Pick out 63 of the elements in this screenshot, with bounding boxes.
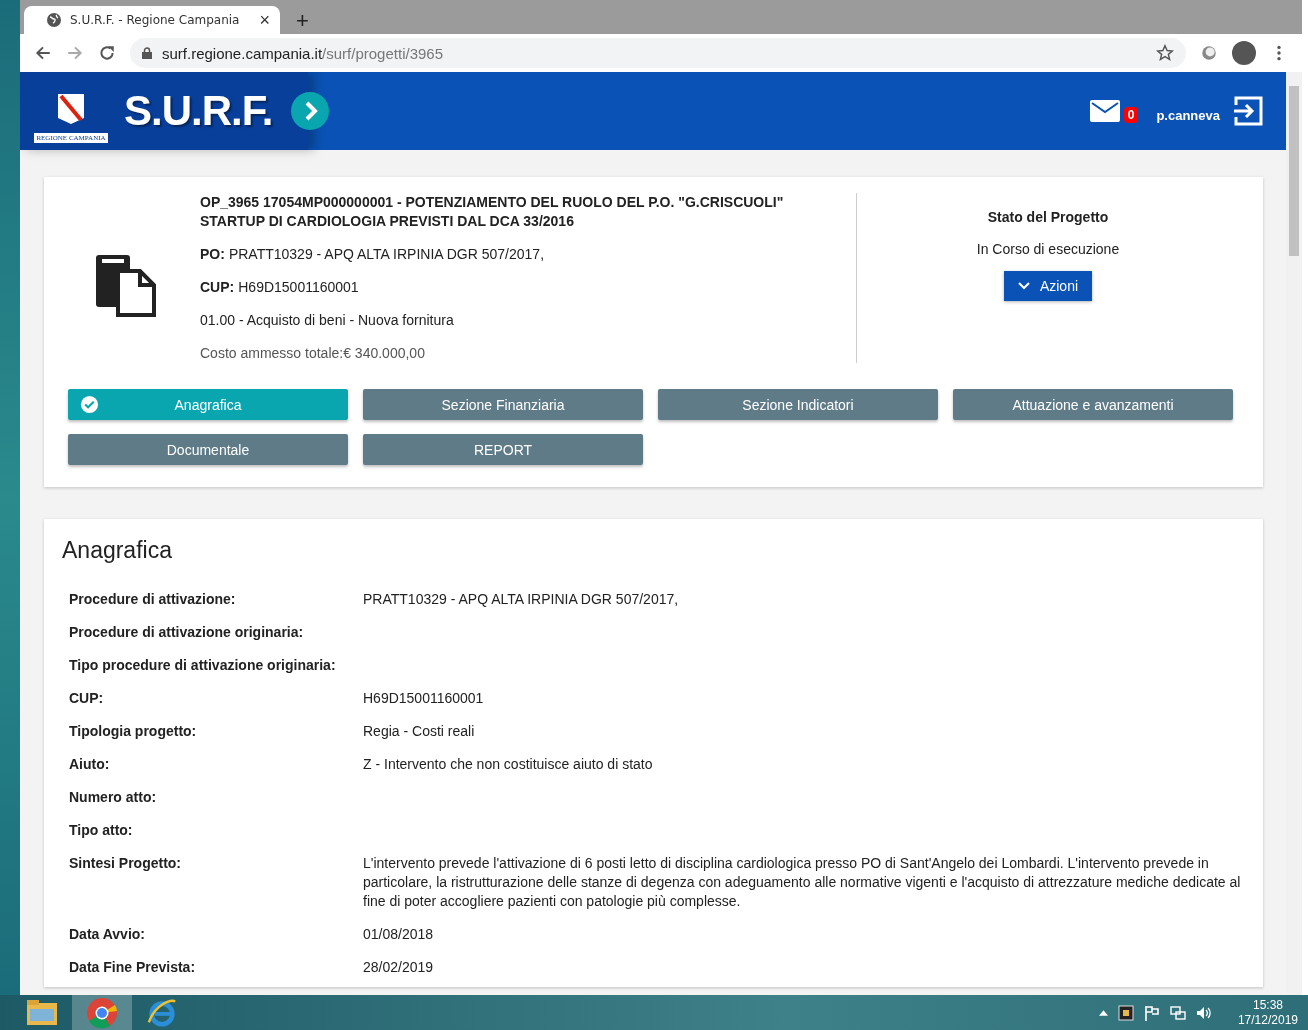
chevron-button[interactable]: [290, 91, 331, 131]
project-detail: PO: PRATT10329 - APQ ALTA IRPINIA DGR 507/2017,: [200, 245, 546, 264]
tab-title: S.U.R.F. - Regione Campania: [70, 13, 241, 27]
section-tab[interactable]: Attuazione e avanzamenti: [953, 389, 1233, 420]
field-value: Z - Intervento che non costituisce aiuto di stato: [363, 756, 653, 772]
lock-icon: [142, 47, 152, 59]
field-value: PRATT10329 - APQ ALTA IRPINIA DGR 507/2017,: [363, 591, 679, 607]
new-tab-button[interactable]: +: [296, 10, 309, 32]
field-value: Regia - Costi reali: [363, 723, 475, 739]
status-value: In Corso di esecuzione: [976, 241, 1120, 257]
field-label: CUP:: [69, 689, 105, 708]
caret-icon: [1017, 282, 1030, 290]
close-tab-button[interactable]: ×: [259, 9, 270, 31]
tray-up-icon[interactable]: [1098, 1009, 1108, 1016]
section-tab[interactable]: Sezione Indicatori: [658, 389, 938, 420]
field-label: Procedure di attivazione:: [69, 590, 237, 609]
extension-icon[interactable]: [1200, 44, 1218, 62]
project-title: OP_3965 17054MP000000001 - POTENZIAMENTO DEL RUOLO DEL P.O. "G.CRISCUOLI" STARTUP DI CARDIOLOGIA PREVISTI DAL DCA 33/2016: [200, 193, 785, 231]
brand-title: S.U.R.F.: [124, 87, 273, 135]
section-heading: Anagrafica: [62, 537, 173, 564]
documents-icon: [94, 253, 158, 317]
tray-app-icon[interactable]: [1117, 1004, 1134, 1021]
field-value: 28/02/2019: [363, 959, 434, 975]
region-crest-icon: [56, 91, 86, 127]
field-value: H69D15001160001: [363, 690, 484, 706]
mail-icon[interactable]: [1089, 100, 1120, 122]
project-detail: 01.00 - Acquisto di beni - Nuova fornitura: [200, 311, 455, 330]
logout-icon[interactable]: [1232, 95, 1264, 127]
browser-taskbar-button[interactable]: [72, 995, 132, 1030]
clock-time[interactable]: 15:38: [1252, 997, 1283, 1013]
address-field[interactable]: surf.regione.campania.it/surf/progetti/3965: [130, 38, 1186, 68]
letter-e-icon[interactable]: [146, 997, 178, 1028]
star-icon[interactable]: [1156, 44, 1174, 62]
field-label: Numero atto:: [69, 788, 158, 807]
field-label: Data Avvio:: [69, 925, 146, 944]
section-tab[interactable]: Documentale: [68, 434, 348, 465]
username-label: p.canneva: [1156, 107, 1220, 123]
network-icon[interactable]: [1169, 1004, 1186, 1021]
profile-avatar[interactable]: [1232, 41, 1256, 65]
field-label: Tipologia progetto:: [69, 722, 198, 741]
clock-date[interactable]: 17/12/2019: [1237, 1012, 1298, 1028]
actions-button[interactable]: Azioni: [1003, 271, 1093, 301]
project-cost: Costo ammesso totale:€ 340.000,00: [200, 344, 426, 363]
project-detail: CUP: H69D15001160001: [200, 278, 360, 297]
back-icon[interactable]: [34, 44, 52, 62]
field-label: Tipo procedure di attivazione originaria:: [69, 656, 337, 675]
section-tab[interactable]: Sezione Finanziaria: [363, 389, 643, 420]
browser-tab[interactable]: S.U.R.F. - Regione Campania ×: [24, 6, 280, 34]
status-title: Stato del Progetto: [987, 209, 1109, 225]
check-icon: [80, 395, 99, 414]
field-label: Procedure di attivazione originaria:: [69, 623, 305, 642]
section-tab[interactable]: REPORT: [363, 434, 643, 465]
field-value: 01/08/2018: [363, 926, 434, 942]
field-label: Aiuto:: [69, 755, 111, 774]
reload-icon[interactable]: [98, 44, 116, 62]
field-label: Tipo atto:: [69, 821, 134, 840]
folder-icon[interactable]: [26, 997, 58, 1028]
field-label: Sintesi Progetto:: [69, 854, 182, 873]
field-label: Data Fine Prevista:: [69, 958, 197, 977]
section-tab[interactable]: Anagrafica: [68, 389, 348, 420]
field-value: L'intervento prevede l'attivazione di 6 posti letto di disciplina cardiologica presso PO di Sant'Angelo dei Lombardi. L'intervento prevede in particolare, la ristrutturazione delle stanze di degenza con adeguamento alle normative vigenti e l'acquisto di attrezzature mediche dedicate al fine di poter accogliere pazienti con patologie più complesse.: [363, 855, 1241, 909]
mail-count-badge: 0: [1123, 107, 1139, 123]
flag-icon[interactable]: [1143, 1004, 1160, 1021]
